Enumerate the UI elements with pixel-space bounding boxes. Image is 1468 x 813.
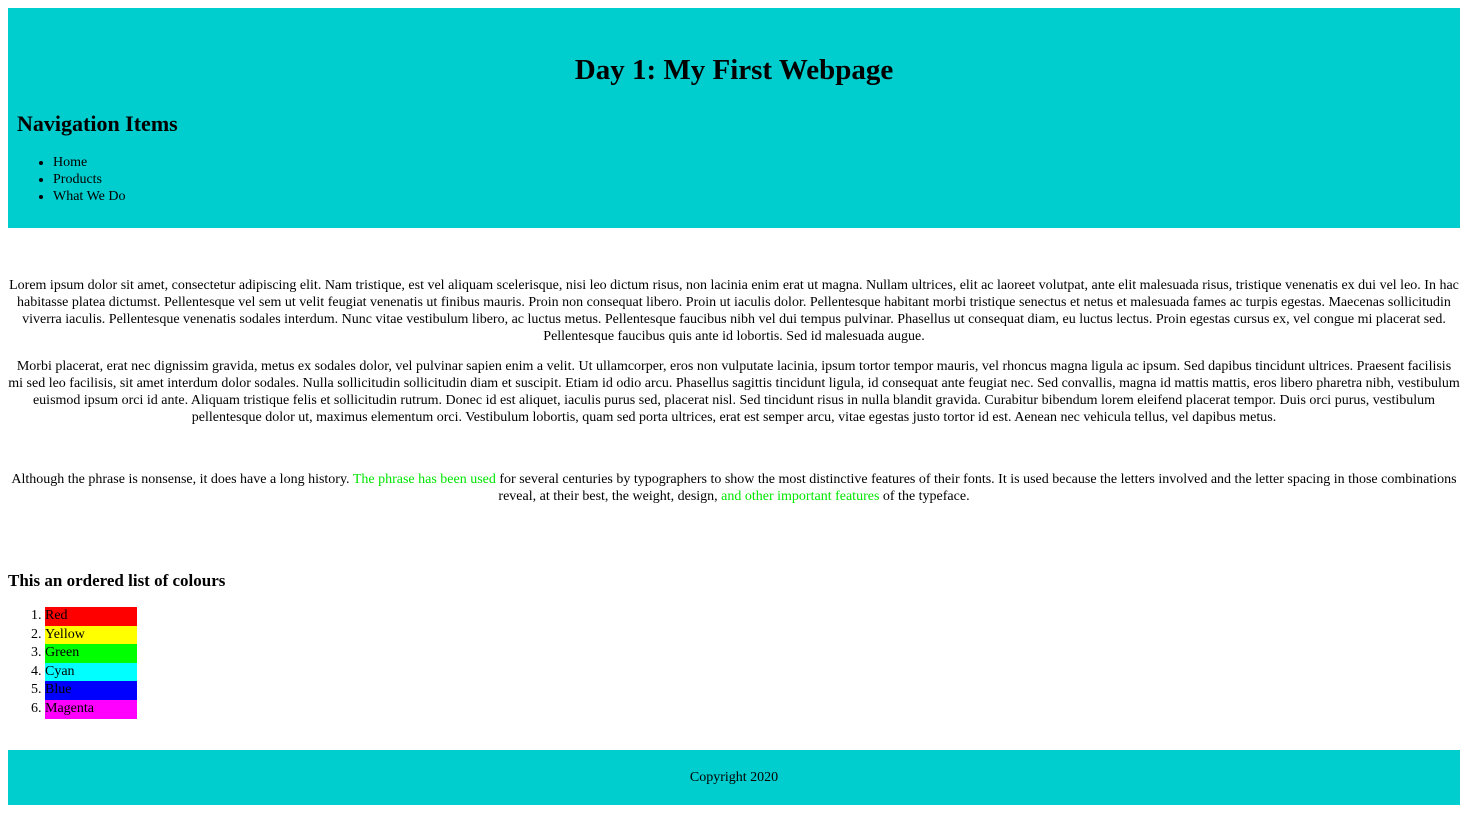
colour-item-cyan: Cyan (45, 662, 137, 682)
paragraph-history: Although the phrase is nonsense, it does… (8, 471, 1460, 505)
site-header: Day 1: My First Webpage Navigation Items… (8, 8, 1460, 228)
colour-item-red: Red (45, 607, 137, 626)
paragraph-lorem-2: Morbi placerat, erat nec dignissim gravi… (8, 359, 1460, 425)
nav-item-what-we-do: What We Do (53, 188, 125, 205)
nav-list: Home Products What We Do (8, 154, 125, 205)
colour-item-yellow: Yellow (45, 625, 137, 645)
history-text-1: Although the phrase is nonsense, it does… (11, 472, 353, 487)
colour-swatch-blue: Blue (45, 681, 137, 700)
site-footer: Copyright 2020 (8, 750, 1460, 805)
colour-swatch-red: Red (45, 607, 137, 626)
nav-heading: Navigation Items (17, 111, 178, 136)
colours-heading: This an ordered list of colours (8, 571, 226, 590)
page: Day 1: My First Webpage Navigation Items… (0, 0, 1468, 813)
copyright-text: Copyright 2020 (689, 770, 779, 785)
colour-swatch-cyan: Cyan (45, 662, 137, 682)
history-text-3: of the typeface. (879, 489, 970, 504)
colours-list: Red Yellow Green Cyan Blue Magenta (8, 607, 137, 719)
colour-item-magenta: Magenta (45, 699, 137, 719)
history-text-2: for several centuries by typographers to… (495, 472, 1457, 504)
history-highlight-2: and other important features (721, 489, 880, 504)
colour-item-green: Green (45, 644, 137, 663)
page-title: Day 1: My First Webpage (574, 54, 894, 86)
colour-item-blue: Blue (45, 681, 137, 700)
history-highlight-1: The phrase has been used (352, 472, 496, 487)
paragraph-lorem-1: Lorem ipsum dolor sit amet, consectetur … (9, 278, 1459, 344)
colour-swatch-magenta: Magenta (45, 699, 137, 719)
nav-item-products: Products (53, 171, 125, 188)
nav-item-home: Home (53, 154, 125, 171)
colour-swatch-yellow: Yellow (45, 625, 137, 645)
colour-swatch-green: Green (45, 644, 137, 663)
